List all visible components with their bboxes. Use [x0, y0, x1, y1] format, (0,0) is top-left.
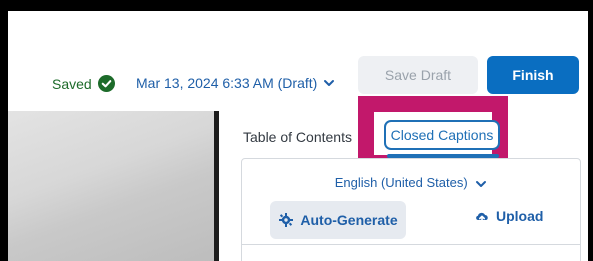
- language-label: English (United States): [334, 175, 468, 190]
- video-preview: [8, 111, 214, 261]
- check-circle-icon: [97, 75, 115, 92]
- preview-divider: [214, 111, 219, 261]
- saved-label: Saved: [52, 75, 92, 92]
- language-selector[interactable]: English (United States): [242, 175, 580, 190]
- chevron-down-icon: [476, 180, 487, 187]
- editor-window: Saved Mar 13, 2024 6:33 AM (Draft) Save …: [8, 11, 588, 261]
- panel-divider: [242, 244, 580, 245]
- draft-date-label: Mar 13, 2024 6:33 AM (Draft): [136, 75, 318, 91]
- upload-button[interactable]: Upload: [468, 207, 549, 225]
- captions-panel: English (United States) Auto-Generate Up…: [241, 158, 581, 261]
- finish-button[interactable]: Finish: [487, 56, 579, 94]
- auto-generate-button[interactable]: Auto-Generate: [270, 201, 406, 239]
- upload-label: Upload: [496, 208, 544, 224]
- save-draft-button[interactable]: Save Draft: [358, 56, 478, 94]
- tab-table-of-contents[interactable]: Table of Contents: [243, 129, 352, 145]
- draft-date-dropdown[interactable]: Mar 13, 2024 6:33 AM (Draft): [136, 75, 335, 91]
- screen-frame: Saved Mar 13, 2024 6:33 AM (Draft) Save …: [0, 0, 593, 261]
- tab-closed-captions-label: Closed Captions: [390, 127, 494, 143]
- auto-generate-label: Auto-Generate: [300, 212, 398, 228]
- chevron-down-icon: [324, 80, 335, 86]
- gear-sparkle-icon: [279, 213, 294, 227]
- cloud-upload-icon: [476, 212, 488, 223]
- tab-closed-captions[interactable]: Closed Captions: [384, 120, 500, 150]
- saved-status: Saved: [52, 75, 115, 92]
